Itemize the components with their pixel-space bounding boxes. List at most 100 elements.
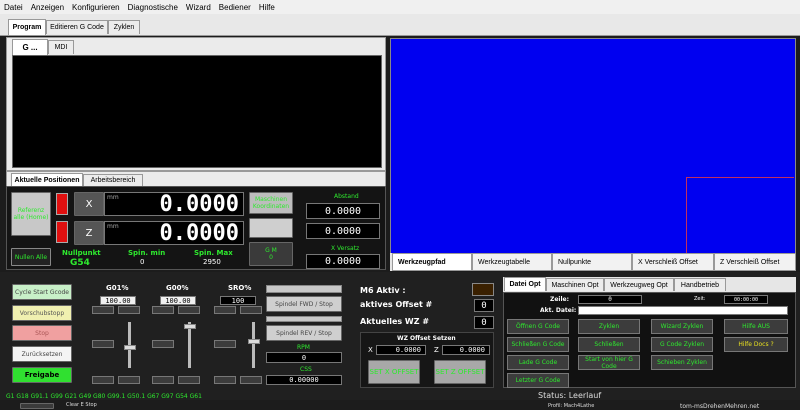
enable-button[interactable]: Freigabe <box>12 367 72 383</box>
machine-envelope <box>686 177 794 253</box>
menu-wizard[interactable]: Wizard <box>182 3 215 12</box>
spindle-fwd-button[interactable]: Spindel FWD / Stop <box>266 296 342 312</box>
css-label: CSS <box>300 366 312 373</box>
x-offset-field[interactable]: 0.0000 <box>376 345 426 355</box>
gcode-cycles-button[interactable]: G Code Zyklen <box>651 337 713 352</box>
nullpunkt-label: Nullpunkt <box>62 249 101 257</box>
tab-werkzeugpfad[interactable]: Werkzeugpfad <box>392 253 472 271</box>
zero-all-button[interactable]: Nullen Alle <box>11 248 51 266</box>
g01-slider[interactable] <box>124 345 136 350</box>
tab-z-verschleiss[interactable]: Z Verschleiß Offset <box>714 253 796 271</box>
machine-coords-button[interactable]: Maschinen Koordinaten <box>249 192 293 214</box>
sro-plus-button[interactable] <box>240 306 262 314</box>
tab-handbetrieb[interactable]: Handbetrieb <box>674 278 726 291</box>
menu-datei[interactable]: Datei <box>0 3 27 12</box>
tab-gcode[interactable]: G ... <box>12 39 48 55</box>
status-label: Status: Leerlauf <box>538 391 602 400</box>
x-axis-button[interactable]: X <box>74 192 104 216</box>
set-z-offset-button[interactable]: SET Z OFFSET <box>434 360 486 384</box>
set-x-offset-button[interactable]: SET X OFFSET <box>368 360 420 384</box>
x-unit-label: mm <box>107 194 119 201</box>
tab-program[interactable]: Program <box>8 19 46 35</box>
reset-button[interactable]: Zurücksetzen <box>12 346 72 362</box>
help-docs-button[interactable]: Hilfe Docs ? <box>724 337 788 352</box>
tab-x-verschleiss[interactable]: X Verschleiß Offset <box>632 253 714 271</box>
toolpath-view[interactable] <box>390 38 796 254</box>
close-button[interactable]: Schließen <box>578 337 640 352</box>
g00-preset-button[interactable] <box>152 340 174 348</box>
z-axis-home-led <box>56 221 68 243</box>
feed-hold-button[interactable]: Vorschubstopp <box>12 305 72 321</box>
active-offset-label: aktives Offset # <box>360 300 433 309</box>
tab-nullpunkte[interactable]: Nullpunkte <box>552 253 632 271</box>
gm-button[interactable]: G M 0 <box>249 242 293 266</box>
positions-tab-strip: Aktuelle Positionen Arbeitsbereich <box>6 171 386 186</box>
active-gcodes: G1 G18 G91.1 G99 G21 G49 G80 G99.1 G50.1… <box>6 393 202 400</box>
file-path-field[interactable] <box>578 306 788 315</box>
sro-label: SRO% <box>228 284 252 292</box>
g01-preset-button[interactable] <box>92 340 114 348</box>
g01-min-button[interactable] <box>92 376 114 384</box>
g00-slider[interactable] <box>184 324 196 329</box>
abstand-value-1: 0.0000 <box>324 205 362 217</box>
g00-minus-button[interactable] <box>152 306 174 314</box>
close-gcode-button[interactable]: Schließen G Code <box>507 337 569 352</box>
menu-anzeigen[interactable]: Anzeigen <box>27 3 68 12</box>
current-tool-value: 0 <box>481 317 487 328</box>
sro-max-button[interactable] <box>240 376 262 384</box>
run-from-here-button[interactable]: Start von hier G Code <box>578 355 640 370</box>
sro-value-field: 100 <box>220 296 256 305</box>
cycle-start-button[interactable]: Cycle Start Gcode <box>12 284 72 300</box>
css-value: 0.00000 <box>289 376 319 384</box>
clear-estop-button-face[interactable] <box>20 403 54 409</box>
g01-plus-button[interactable] <box>118 306 140 314</box>
x-versatz-value: 0.0000 <box>324 256 362 267</box>
cycles-button[interactable]: Zyklen <box>578 319 640 334</box>
css-field: 0.00000 <box>266 375 342 385</box>
z-offset-value: 0.0000 <box>459 346 485 354</box>
m6-active-led <box>472 283 494 296</box>
spindle-load-bar <box>266 285 342 293</box>
stop-button[interactable]: Stop <box>12 325 72 341</box>
tab-zyklen[interactable]: Zyklen <box>108 20 140 34</box>
tab-arbeitsbereich[interactable]: Arbeitsbereich <box>83 174 143 186</box>
gm-value: 0 <box>269 254 273 261</box>
active-offset-value: 0 <box>481 300 487 311</box>
g01-value-field: 100.00 <box>100 296 136 305</box>
main-tab-bar: Program Editieren G Code Zyklen <box>0 14 800 36</box>
gcode-display[interactable] <box>12 55 382 168</box>
tab-maschinen-opt[interactable]: Maschinen Opt <box>546 278 604 291</box>
menu-bediener[interactable]: Bediener <box>215 3 255 12</box>
tab-datei-opt[interactable]: Datei Opt <box>504 277 546 291</box>
tab-werkzeugweg-opt[interactable]: Werkzeugweg Opt <box>604 278 674 291</box>
blank-button[interactable] <box>249 218 293 238</box>
g01-max-button[interactable] <box>118 376 140 384</box>
g00-max-button[interactable] <box>178 376 200 384</box>
z-offset-field[interactable]: 0.0000 <box>442 345 490 355</box>
recent-gcode-button[interactable]: Letzter G Code <box>507 373 569 388</box>
line-field: 0 <box>578 295 642 304</box>
spindle-rev-button[interactable]: Spindel REV / Stop <box>266 325 342 341</box>
help-off-button[interactable]: Hilfe AUS <box>724 319 788 334</box>
g01-minus-button[interactable] <box>92 306 114 314</box>
load-gcode-button[interactable]: Lade G Code <box>507 355 569 370</box>
tab-editieren-gcode[interactable]: Editieren G Code <box>46 20 108 34</box>
sro-min-button[interactable] <box>214 376 236 384</box>
z-axis-button[interactable]: Z <box>74 221 104 245</box>
time-value: 00:00:00 <box>733 296 759 303</box>
g00-min-button[interactable] <box>152 376 174 384</box>
sro-preset-button[interactable] <box>214 340 236 348</box>
menu-hilfe[interactable]: Hilfe <box>255 3 279 12</box>
shift-cycles-button[interactable]: Schieben Zyklen <box>651 355 713 370</box>
open-gcode-button[interactable]: Öffnen G Code <box>507 319 569 334</box>
sro-minus-button[interactable] <box>214 306 236 314</box>
sro-slider[interactable] <box>248 339 260 344</box>
tab-mdi[interactable]: MDI <box>48 40 74 54</box>
g00-plus-button[interactable] <box>178 306 200 314</box>
home-all-button[interactable]: Referenz alle (Home) <box>11 192 51 236</box>
menu-diagnostische[interactable]: Diagnostische <box>124 3 182 12</box>
menu-konfigurieren[interactable]: Konfigurieren <box>68 3 124 12</box>
tab-werkzeugtabelle[interactable]: Werkzeugtabelle <box>472 253 552 271</box>
tab-aktuelle-positionen[interactable]: Aktuelle Positionen <box>11 173 83 186</box>
wizard-cycles-button[interactable]: Wizard Zyklen <box>651 319 713 334</box>
